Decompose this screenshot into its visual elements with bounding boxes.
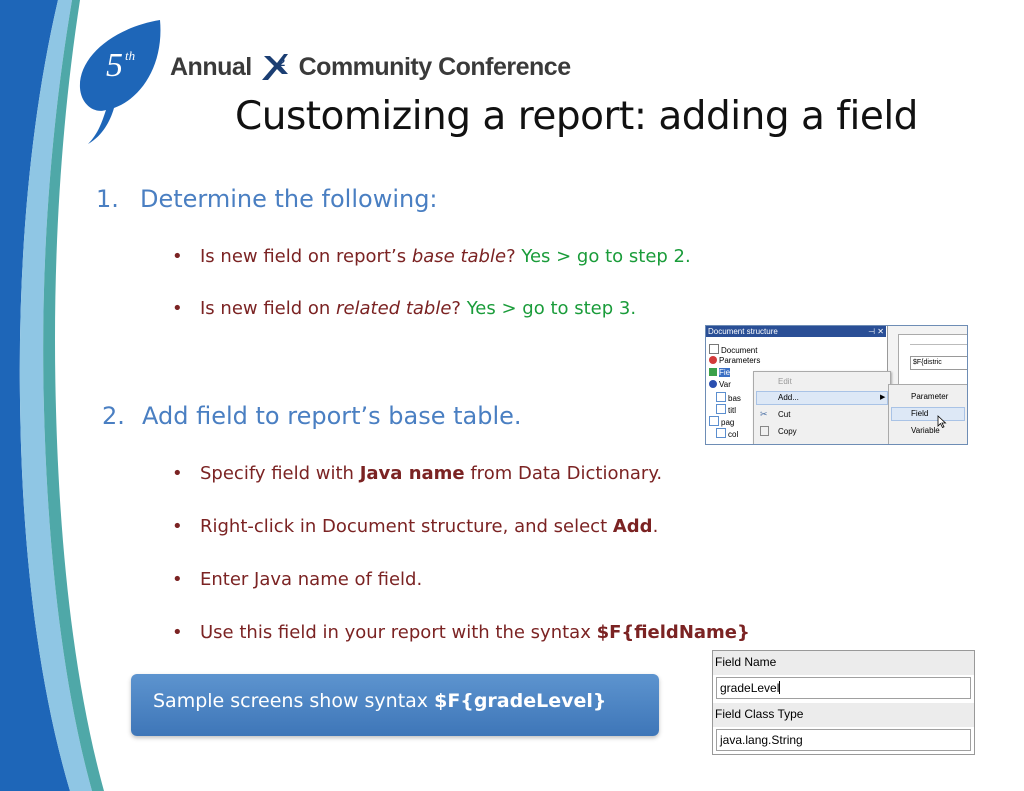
band-icon (716, 428, 726, 438)
field-name-label: Field Name (713, 651, 974, 675)
conference-name-rest: Community Conference (298, 53, 571, 81)
tree-item-page[interactable]: pag (709, 416, 734, 427)
bullet-related-table: • Is new field on related table? Yes > go… (172, 298, 637, 319)
band-icon (716, 392, 726, 402)
parameters-icon (709, 356, 717, 364)
canvas-field-text: $F{distric (910, 356, 967, 370)
bullet-base-table: • Is new field on report’s base table? Ye… (172, 246, 691, 267)
bullet-java-name: • Specify field with Java name from Data … (172, 463, 663, 484)
panel-controls: ⊣ ✕ (868, 327, 884, 336)
mouse-cursor-icon (937, 415, 947, 428)
bullet-enter-java-name: • Enter Java name of field. (172, 569, 423, 590)
go-to-step-3-note: Yes > go to step 3. (466, 298, 637, 319)
field-class-type-label: Field Class Type (713, 703, 974, 727)
copy-icon (760, 426, 769, 436)
conference-leaf-logo: 5 th (79, 20, 161, 144)
conference-name: Annual 2 Community Conference (170, 52, 571, 82)
step-1-heading: 1. Determine the following: (96, 185, 438, 213)
step-text: Determine the following: (140, 185, 438, 213)
logo-number: 5 (106, 47, 123, 84)
band-icon (716, 404, 726, 414)
step-2-heading: 2. Add field to report’s base table. (102, 402, 522, 430)
submenu-arrow-icon: ▶ (880, 394, 886, 401)
submenu-item-variable[interactable]: Variable (911, 426, 940, 435)
sample-screens-callout: Sample screens show syntax $F{gradeLevel… (131, 674, 659, 736)
menu-item-copy[interactable]: Copy (778, 427, 797, 436)
fields-icon (709, 368, 717, 376)
context-menu: Edit Add... ▶ ✂ Cut Copy (753, 371, 891, 444)
bullet-dot: • (172, 246, 183, 267)
logo-superscript: th (125, 48, 135, 63)
tree-item-parameters[interactable]: Parameters (709, 356, 760, 365)
tree-item-fields[interactable]: Fie (709, 368, 731, 377)
tree-item-column[interactable]: col (716, 428, 738, 439)
field-name-input[interactable]: gradeLevel (716, 677, 971, 699)
cut-icon: ✂ (760, 409, 768, 419)
text-caret (779, 681, 781, 694)
bullet-dot: • (172, 463, 183, 484)
variables-icon (709, 380, 717, 388)
report-canvas: $F{distric (887, 326, 967, 384)
bullet-dot: • (172, 298, 183, 319)
tree-item-document[interactable]: Document (709, 344, 757, 355)
svg-text:2: 2 (279, 57, 285, 69)
tree-item-variables[interactable]: Var (709, 380, 731, 389)
go-to-step-2-note: Yes > go to step 2. (515, 246, 691, 267)
menu-item-edit[interactable]: Edit (778, 377, 792, 386)
document-icon (709, 344, 719, 354)
submenu-item-field[interactable]: Field (911, 409, 928, 418)
bullet-dot: • (172, 516, 183, 537)
tree-item-title[interactable]: titl (716, 404, 736, 415)
field-properties-screenshot: Field Name gradeLevel Field Class Type j… (712, 650, 975, 755)
document-structure-screenshot: Document structure ⊣ ✕ $F{distric Docume… (705, 325, 968, 445)
slide-title: Customizing a report: adding a field (235, 94, 918, 139)
menu-item-cut[interactable]: Cut (778, 410, 790, 419)
bullet-right-click: • Right-click in Document structure, and … (172, 516, 659, 537)
step-number: 1. (96, 185, 119, 213)
conference-name-annual: Annual (170, 53, 252, 81)
context-menu-highlight (756, 391, 888, 405)
bullet-syntax: • Use this field in your report with the … (172, 622, 750, 643)
submenu-item-parameter[interactable]: Parameter (911, 392, 948, 401)
bullet-dot: • (172, 569, 183, 590)
field-class-type-input[interactable]: java.lang.String (716, 729, 971, 751)
x2-logo-icon: 2 (262, 54, 289, 80)
bullet-dot: • (172, 622, 183, 643)
tree-item-band[interactable]: bas (716, 392, 741, 403)
band-icon (709, 416, 719, 426)
step-text: Add field to report’s base table. (142, 402, 522, 430)
menu-item-add[interactable]: Add... (778, 393, 799, 402)
add-submenu: Parameter Field Variable (888, 384, 967, 444)
step-number: 2. (102, 402, 125, 430)
document-structure-title-bar: Document structure ⊣ ✕ (706, 326, 886, 337)
